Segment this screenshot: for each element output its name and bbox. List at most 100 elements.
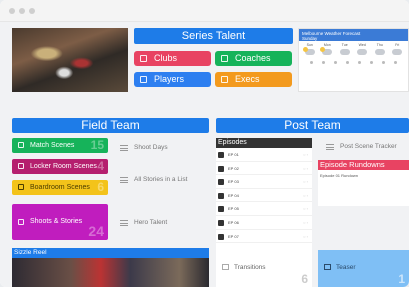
document-icon	[324, 264, 331, 270]
status-icon: ○ ›	[303, 152, 308, 157]
coaches-button[interactable]: Coaches	[215, 51, 292, 66]
players-label: Players	[154, 74, 185, 84]
weather-indicator-dots	[299, 59, 408, 66]
episode-icon	[218, 206, 224, 213]
locker-room-scenes-count: 4	[97, 159, 104, 173]
weather-day: Thu	[373, 43, 386, 57]
dashboard: Series Talent Clubs Coaches Players Exec…	[0, 22, 409, 287]
execs-button[interactable]: Execs	[215, 72, 292, 87]
transitions-label: Transitions	[234, 264, 266, 271]
weather-day: Wed	[356, 43, 369, 57]
shoots-stories-label: Shoots & Stories	[30, 218, 83, 225]
app-window: Series Talent Clubs Coaches Players Exec…	[0, 0, 409, 287]
document-icon	[18, 163, 24, 169]
close-window-button[interactable]	[9, 8, 15, 14]
title-bar	[0, 0, 409, 22]
execs-label: Execs	[235, 74, 260, 84]
status-icon: ○ ›	[303, 206, 308, 212]
minimize-window-button[interactable]	[19, 8, 25, 14]
list-icon	[326, 144, 334, 150]
locker-room-scenes-card[interactable]: Locker Room Scenes 4	[12, 159, 108, 174]
sizzle-reel-label: Sizzle Reel	[14, 249, 47, 256]
match-scenes-count: 15	[90, 138, 104, 152]
episode-row[interactable]: EP 05 ○ ›	[216, 202, 312, 216]
teaser-label: Teaser	[336, 264, 356, 271]
list-icon	[120, 177, 128, 183]
sizzle-reel-thumbnail	[12, 258, 209, 287]
coaches-label: Coaches	[235, 53, 271, 63]
episodes-header[interactable]: Episodes	[216, 138, 312, 148]
grid-icon	[120, 220, 128, 226]
episodes-list: Episodes EP 01 ○ › EP 02 ○ › EP 03 ○ › EP 0…	[216, 138, 312, 250]
episode-icon	[218, 233, 224, 240]
episode-row[interactable]: EP 06 ○ ›	[216, 216, 312, 230]
episode-row[interactable]: EP 01 ○ ›	[216, 148, 312, 162]
post-scene-tracker-link[interactable]: Post Scene Tracker	[326, 143, 397, 150]
maximize-window-button[interactable]	[29, 8, 35, 14]
sun-cloud-icon	[302, 47, 315, 55]
episode-row[interactable]: EP 03 ○ ›	[216, 175, 312, 189]
shoots-stories-card[interactable]: Shoots & Stories 24	[12, 204, 108, 240]
status-icon: ○ ›	[303, 219, 308, 225]
boardroom-scenes-label: Boardroom Scenes	[30, 184, 90, 191]
shoots-stories-count: 24	[88, 223, 104, 239]
document-icon	[221, 55, 228, 62]
episode-row[interactable]: EP 02 ○ ›	[216, 162, 312, 176]
cloud-icon	[339, 49, 350, 55]
document-icon	[222, 264, 229, 270]
document-icon	[221, 76, 228, 83]
document-icon	[18, 184, 24, 190]
weather-day: Mon	[320, 43, 334, 57]
boardroom-scenes-card[interactable]: Boardroom Scenes 6	[12, 180, 108, 195]
sizzle-reel-card[interactable]: Sizzle Reel	[12, 248, 209, 287]
match-scenes-card[interactable]: Match Scenes 15	[12, 138, 108, 153]
hero-talent-link[interactable]: Hero Talent	[120, 219, 167, 226]
players-button[interactable]: Players	[134, 72, 211, 87]
transitions-count: 6	[301, 272, 308, 286]
weather-header: Melbourne Weather Forecast Sunday	[299, 29, 408, 41]
shoot-days-label: Shoot Days	[134, 144, 168, 151]
post-scene-tracker-label: Post Scene Tracker	[340, 143, 397, 150]
match-scenes-label: Match Scenes	[30, 142, 75, 149]
all-stories-link[interactable]: All Stories in a List	[120, 176, 187, 183]
cloud-icon	[374, 49, 385, 55]
post-team-header[interactable]: Post Team	[216, 118, 409, 133]
teaser-count: 1	[398, 272, 405, 286]
episode-icon	[218, 165, 224, 172]
document-icon	[18, 219, 24, 225]
transitions-card[interactable]: Transitions 6	[216, 250, 312, 287]
document-icon	[18, 142, 24, 148]
weather-day: Sun	[302, 43, 316, 57]
status-icon: ○ ›	[303, 179, 308, 185]
field-team-header[interactable]: Field Team	[12, 118, 209, 133]
episode-icon	[218, 152, 224, 158]
clubs-button[interactable]: Clubs	[134, 51, 211, 66]
teaser-card[interactable]: Teaser 1	[318, 250, 409, 287]
locker-room-scenes-label: Locker Room Scenes	[30, 163, 97, 170]
document-icon	[140, 76, 147, 83]
cloud-icon	[357, 49, 368, 55]
shoot-days-link[interactable]: Shoot Days	[120, 144, 168, 151]
cloud-icon	[392, 49, 403, 55]
status-icon: ○ ›	[303, 165, 308, 171]
stadium-image	[12, 28, 128, 92]
hero-talent-label: Hero Talent	[134, 219, 168, 226]
status-icon: ○ ›	[303, 192, 308, 198]
weather-day: Fri	[391, 43, 404, 57]
list-icon	[120, 145, 128, 151]
clubs-label: Clubs	[154, 53, 178, 63]
sun-cloud-icon	[320, 47, 333, 55]
all-stories-label: All Stories in a List	[134, 176, 188, 183]
boardroom-scenes-count: 6	[97, 180, 104, 194]
series-talent-header[interactable]: Series Talent	[134, 28, 293, 44]
status-icon: ○ ›	[303, 233, 308, 239]
hero-photo	[12, 28, 128, 92]
weather-widget[interactable]: Melbourne Weather Forecast Sunday Sun Mo…	[298, 28, 409, 92]
episode-rundowns-panel: Episode Rundowns Episode 01 Rundown	[318, 160, 409, 206]
document-icon	[140, 55, 147, 62]
episode-row[interactable]: EP 04 ○ ›	[216, 189, 312, 203]
rundown-item[interactable]: Episode 01 Rundown	[318, 170, 409, 181]
episode-icon	[218, 219, 224, 226]
episode-row[interactable]: EP 07 ○ ›	[216, 230, 312, 244]
episode-rundowns-header[interactable]: Episode Rundowns	[318, 160, 409, 170]
